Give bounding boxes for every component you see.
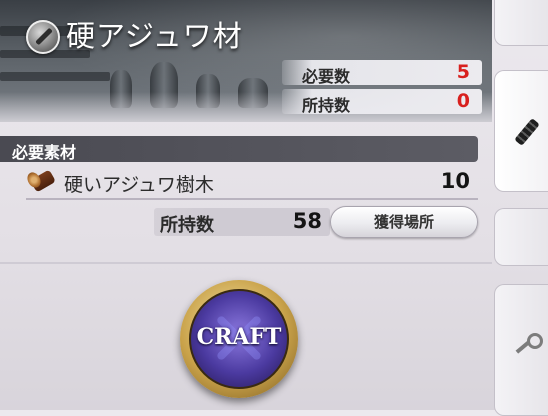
material-row: 硬いアジュワ樹木 10 (24, 168, 478, 200)
hard-wood-icon (26, 20, 60, 54)
section-divider (0, 262, 492, 264)
side-tab-middle[interactable] (494, 208, 548, 266)
craft-button[interactable]: CRAFT (180, 280, 298, 398)
required-count-row: 必要数 5 (282, 60, 482, 86)
material-owned-label: 所持数 (160, 215, 214, 236)
material-owned-box: 所持数 58 (154, 208, 330, 236)
required-materials-header: 必要素材 (0, 136, 478, 162)
item-header-banner: 硬アジュワ材 必要数 5 所持数 0 (0, 0, 492, 122)
side-tab-key[interactable] (494, 284, 548, 416)
required-count-value: 5 (456, 61, 470, 83)
side-tab-materials[interactable] (494, 70, 548, 192)
material-owned-value: 58 (292, 209, 322, 233)
craft-label: CRAFT (196, 324, 282, 350)
item-title: 硬アジュワ材 (66, 19, 243, 53)
required-count-label: 必要数 (302, 67, 351, 86)
rod-icon (513, 118, 540, 146)
shelf-decoration (0, 72, 110, 81)
acquisition-location-button[interactable]: 獲得場所 (330, 206, 478, 238)
material-required-count: 10 (440, 169, 470, 193)
material-name: 硬いアジュワ樹木 (64, 174, 214, 196)
owned-count-value: 0 (456, 90, 470, 112)
log-icon (24, 168, 57, 194)
section-title: 必要素材 (12, 143, 77, 162)
owned-count-label: 所持数 (302, 96, 351, 115)
key-icon (513, 333, 543, 357)
owned-count-row: 所持数 0 (282, 89, 482, 115)
side-tab-top[interactable] (494, 0, 548, 46)
